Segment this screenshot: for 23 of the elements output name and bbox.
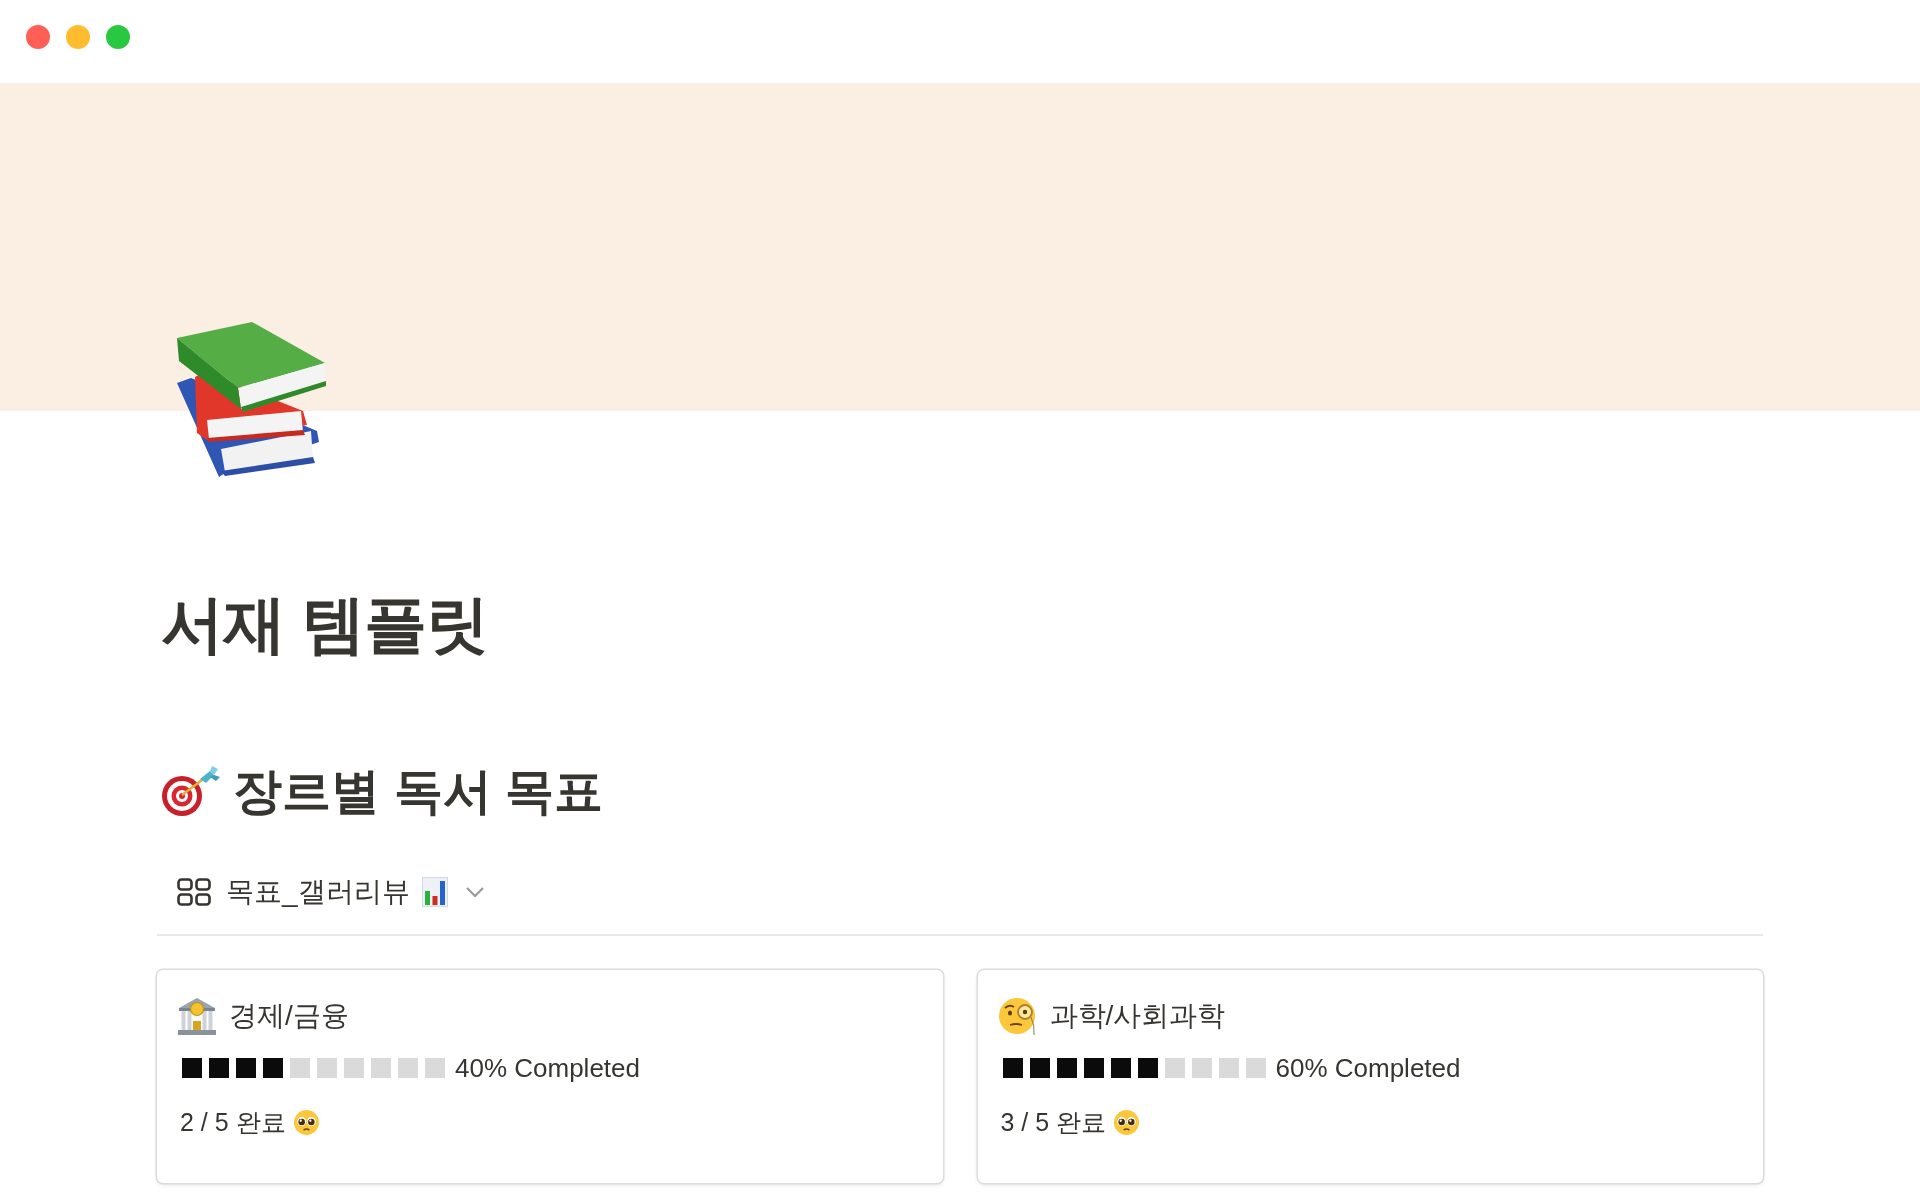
progress-label: 40% Completed (455, 1052, 640, 1084)
chevron-down-icon (464, 886, 485, 898)
pleading-face-icon (1113, 1108, 1141, 1136)
gallery-card[interactable]: 과학/사회과학 60% Completed 3 / 5 완료 (977, 970, 1763, 1183)
progress-label: 60% Completed (1275, 1052, 1461, 1084)
monocle-face-icon (997, 996, 1038, 1036)
bar-chart-icon (421, 877, 448, 907)
close-button[interactable] (26, 25, 50, 49)
dart-target-icon (160, 765, 220, 817)
completion-count: 2 / 5 완료 (180, 1106, 286, 1138)
minimize-button[interactable] (66, 25, 90, 49)
view-tab[interactable]: 목표_갤러리뷰 (171, 869, 491, 915)
bank-building-icon (177, 996, 217, 1036)
gallery-card[interactable]: 경제/금융 40% Completed 2 / 5 완료 (157, 970, 943, 1183)
card-title: 경제/금융 (229, 999, 349, 1033)
section-heading: 장르별 독서 목표 (233, 763, 604, 820)
book-stack-icon (175, 321, 327, 477)
gallery-grid-icon (177, 878, 211, 906)
completion-count: 3 / 5 완료 (1000, 1106, 1107, 1138)
card-title: 과학/사회과학 (1049, 999, 1226, 1033)
page-title: 서재 템플릿 (161, 588, 488, 661)
pleading-face-icon (292, 1108, 320, 1136)
zoom-button[interactable] (106, 25, 130, 49)
